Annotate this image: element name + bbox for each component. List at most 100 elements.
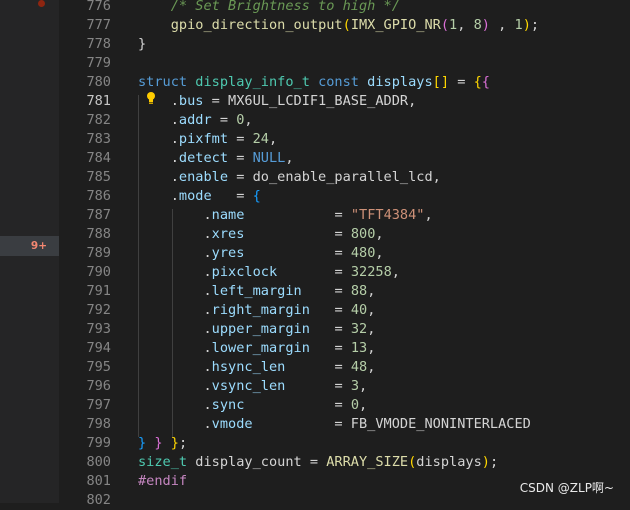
code-token: 3 — [350, 378, 360, 394]
code-token: = MX6UL_LCDIF1_BASE_ADDR, — [203, 93, 417, 109]
line-number: 796 — [86, 378, 111, 394]
code-token: . — [138, 416, 212, 432]
code-token: = — [244, 397, 351, 413]
code-line[interactable]: 779 — [59, 54, 630, 73]
code-token: = — [211, 112, 237, 128]
code-token: , — [359, 397, 368, 413]
code-token: = — [309, 321, 351, 337]
code-token: } — [138, 36, 147, 52]
code-text: .xres = 800, — [138, 225, 384, 244]
code-token: left_margin — [211, 283, 302, 299]
code-token: mode — [178, 188, 212, 204]
code-token: 1 — [514, 17, 523, 33]
line-number: 782 — [86, 112, 111, 128]
code-token: = FB_VMODE_NONINTERLACED — [252, 416, 531, 432]
code-line[interactable]: 800 size_t display_count = ARRAY_SIZE(dis… — [59, 453, 630, 472]
code-token: , — [367, 302, 376, 318]
code-token: } — [138, 435, 147, 451]
code-line[interactable]: 782 .addr = 0, — [59, 111, 630, 130]
code-token: = do_enable_parallel_lcd, — [228, 169, 441, 185]
code-line[interactable]: 781 .bus = MX6UL_LCDIF1_BASE_ADDR, — [59, 92, 630, 111]
editor-glyph-margin: 9+ — [0, 0, 59, 503]
code-token: , — [375, 226, 384, 242]
code-token: bus — [178, 93, 204, 109]
line-number: 779 — [86, 55, 111, 71]
code-token: sync — [211, 397, 245, 413]
code-text: /* Set Brightness to high */ — [138, 0, 400, 16]
code-line[interactable]: 798 .vmode = FB_VMODE_NONINTERLACED — [59, 415, 630, 434]
code-token: display_info_t — [195, 74, 310, 90]
code-line[interactable]: 789 .yres = 480, — [59, 244, 630, 263]
code-token: } — [170, 435, 179, 451]
code-line[interactable]: 790 .pixclock = 32258, — [59, 263, 630, 282]
code-line[interactable]: 783 .pixfmt = 24, — [59, 130, 630, 149]
code-line[interactable]: 780 struct display_info_t const displays[… — [59, 73, 630, 92]
line-number: 791 — [86, 283, 111, 299]
code-line[interactable]: 791 .left_margin = 88, — [59, 282, 630, 301]
line-number: 794 — [86, 340, 111, 356]
code-token: = — [309, 302, 351, 318]
code-token: = — [228, 131, 253, 147]
code-token: 13 — [350, 340, 368, 356]
code-token: ( — [440, 17, 450, 33]
code-line[interactable]: 799} } }; — [59, 434, 630, 453]
code-token: = — [309, 340, 351, 356]
line-number: 787 — [86, 207, 111, 223]
code-token: . — [138, 188, 179, 204]
code-token: ) — [481, 454, 490, 470]
code-line[interactable]: 797 .sync = 0, — [59, 396, 630, 415]
code-line[interactable]: 776 /* Set Brightness to high */ — [59, 0, 630, 16]
code-token: , — [367, 283, 376, 299]
code-text: size_t display_count = ARRAY_SIZE(displa… — [138, 453, 498, 472]
code-line[interactable]: 786 .mode = { — [59, 187, 630, 206]
code-editor[interactable]: 776 /* Set Brightness to high */777 gpio… — [59, 0, 630, 508]
breakpoint-dot-icon[interactable] — [38, 0, 45, 7]
code-token: displays — [367, 74, 433, 90]
line-number: 800 — [86, 454, 111, 470]
code-token: , — [285, 150, 294, 166]
line-number: 783 — [86, 131, 111, 147]
code-token: 88 — [350, 283, 368, 299]
code-token: detect — [178, 150, 229, 166]
code-token: 24 — [252, 131, 269, 147]
code-token: ; — [489, 454, 499, 470]
code-text: .sync = 0, — [138, 396, 367, 415]
line-number: 801 — [86, 473, 111, 489]
line-number: 793 — [86, 321, 111, 337]
code-text: } — [138, 35, 146, 54]
code-text: .detect = NULL, — [138, 149, 294, 168]
code-token: ) — [481, 17, 490, 33]
code-token: xres — [211, 226, 245, 242]
code-text: .bus = MX6UL_LCDIF1_BASE_ADDR, — [138, 92, 417, 111]
code-token: [] — [432, 74, 450, 90]
code-token: . — [138, 378, 212, 394]
code-token: size_t — [138, 454, 188, 470]
code-line[interactable]: 793 .upper_margin = 32, — [59, 320, 630, 339]
code-line[interactable]: 778} — [59, 35, 630, 54]
code-line[interactable]: 787 .name = "TFT4384", — [59, 206, 630, 225]
code-token: const — [318, 74, 359, 90]
code-line[interactable]: 777 gpio_direction_output(IMX_GPIO_NR(1,… — [59, 16, 630, 35]
code-line[interactable]: 788 .xres = 800, — [59, 225, 630, 244]
code-token: , — [367, 359, 376, 375]
code-token: 32258 — [350, 264, 392, 280]
code-line[interactable]: 792 .right_margin = 40, — [59, 301, 630, 320]
code-token: 1 — [449, 17, 458, 33]
code-token: = — [285, 359, 351, 375]
line-number: 789 — [86, 245, 111, 261]
code-line[interactable]: 794 .lower_margin = 13, — [59, 339, 630, 358]
code-token: ; — [178, 435, 188, 451]
code-line[interactable]: 795 .hsync_len = 48, — [59, 358, 630, 377]
code-token: , — [375, 245, 384, 261]
code-line[interactable]: 784 .detect = NULL, — [59, 149, 630, 168]
code-text: struct display_info_t const displays[] =… — [138, 73, 490, 92]
code-token: 40 — [350, 302, 368, 318]
code-token: enable — [178, 169, 229, 185]
code-line[interactable]: 785 .enable = do_enable_parallel_lcd, — [59, 168, 630, 187]
code-token: 48 — [350, 359, 368, 375]
line-number: 780 — [86, 74, 111, 90]
code-text: .mode = { — [138, 187, 261, 206]
code-token: struct — [138, 74, 188, 90]
problem-count-badge[interactable]: 9+ — [0, 236, 59, 256]
code-line[interactable]: 796 .vsync_len = 3, — [59, 377, 630, 396]
